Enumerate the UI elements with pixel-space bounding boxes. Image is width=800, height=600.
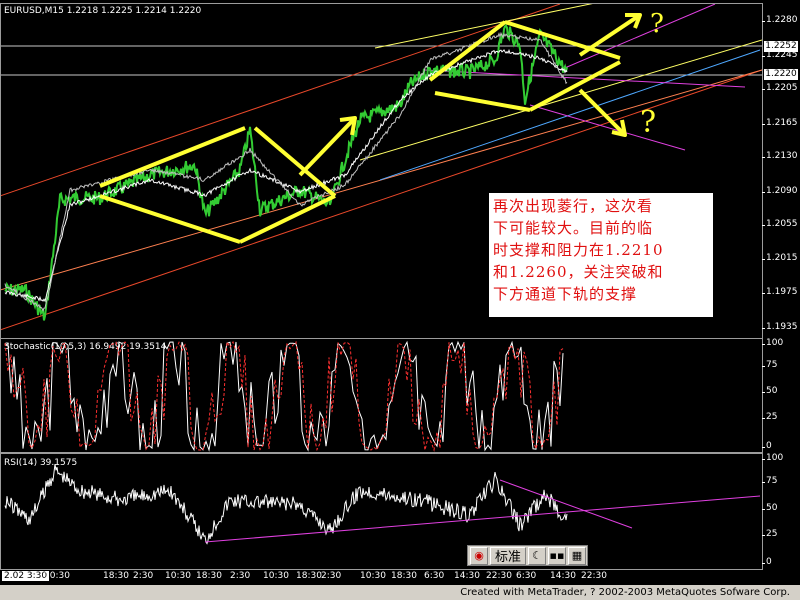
- time-tick: 18:30: [103, 571, 129, 581]
- fan-line: [359, 39, 762, 161]
- chart-icon[interactable]: ◉: [470, 546, 488, 565]
- grid-icon[interactable]: ▦: [568, 546, 586, 565]
- note-line: 下可能较大。目前的临: [493, 219, 654, 237]
- time-axis: 2.02 3:30 10:30 18:30 2:30 10:30 18:30 2:30 10:…: [0, 570, 763, 584]
- moon-icon[interactable]: ☾: [528, 546, 546, 565]
- rsi-trendline: [204, 495, 761, 543]
- dots-icon[interactable]: ▪▪: [548, 546, 566, 565]
- time-tick: 2:30: [321, 571, 342, 581]
- projection-arrow: [578, 88, 627, 137]
- question-mark: ?: [650, 9, 664, 39]
- time-tick: 22:30: [486, 571, 512, 581]
- price-marker: 1.2220: [764, 69, 798, 80]
- status-text: Created with MetaTrader, ? 2002-2003 Met…: [460, 587, 790, 598]
- diamond-edge: [239, 194, 336, 244]
- time-tick: 2:30: [230, 571, 251, 581]
- note-line: 再次出现菱行，这次看: [493, 197, 654, 215]
- diamond-edge: [434, 91, 531, 112]
- time-tick: 18:30: [391, 571, 417, 581]
- note-line: 和1.2260，关注突破和: [493, 263, 664, 281]
- pink-line: [529, 104, 686, 151]
- price-line: [4, 24, 568, 321]
- rsi-line: [4, 463, 568, 545]
- breakout-arrow: [298, 116, 357, 177]
- time-tick: 14:30: [550, 571, 576, 581]
- time-tick: 2:30: [133, 571, 154, 581]
- question-mark: ?: [640, 105, 656, 140]
- time-tick: 10:30: [360, 571, 386, 581]
- time-tick: 10:30: [44, 571, 70, 581]
- analysis-note: 再次出现菱行，这次看 下可能较大。目前的临 时支撑和阻力在1.2210 和1.2…: [489, 193, 713, 317]
- note-line: 下方通道下轨的支撑: [493, 285, 638, 303]
- time-tick: 18:30: [196, 571, 222, 581]
- status-bar: Created with MetaTrader, ? 2002-2003 Met…: [0, 585, 800, 600]
- note-line: 时支撑和阻力在1.2210: [493, 241, 664, 259]
- time-tick: 10:30: [263, 571, 289, 581]
- price-marker: 1.2252: [764, 41, 798, 52]
- time-tick: 6:30: [516, 571, 537, 581]
- time-tick: 6:30: [424, 571, 445, 581]
- time-tick: 2.02 3:30: [2, 571, 50, 581]
- time-tick: 22:30: [581, 571, 607, 581]
- drawing-toolbar: ◉ 标准 ☾ ▪▪ ▦: [467, 545, 588, 566]
- time-tick: 10:30: [165, 571, 191, 581]
- template-button[interactable]: 标准: [490, 546, 526, 565]
- bollinger-band: [4, 48, 568, 303]
- time-tick: 18:30: [296, 571, 322, 581]
- time-tick: 14:30: [454, 571, 480, 581]
